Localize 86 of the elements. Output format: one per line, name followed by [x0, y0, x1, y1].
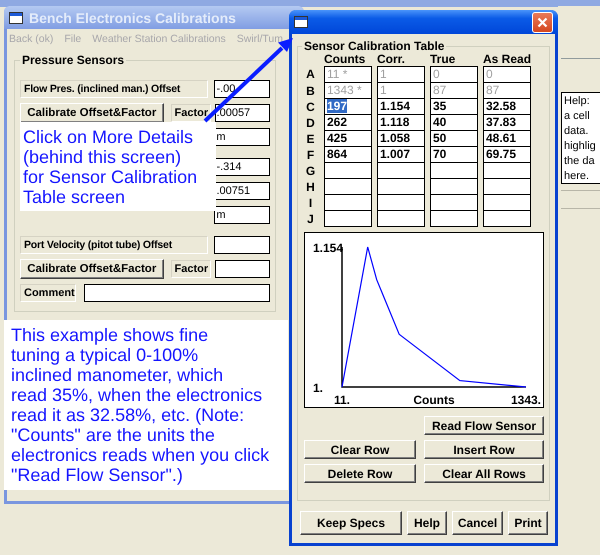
tick-label: 1.154: [313, 241, 344, 255]
row-label: B: [305, 83, 316, 99]
table-cell[interactable]: 262: [324, 115, 372, 131]
table-cell[interactable]: 1.118: [377, 115, 425, 131]
column-header: Corr.: [377, 53, 406, 66]
table-cell[interactable]: [483, 195, 531, 211]
column-header: Counts: [324, 53, 366, 66]
group-title: Pressure Sensors: [21, 53, 126, 67]
close-button[interactable]: [532, 12, 553, 32]
table-cell[interactable]: 32.58: [483, 99, 531, 115]
row-label: G: [304, 163, 316, 179]
table-cell[interactable]: [324, 211, 372, 227]
table-cell[interactable]: 864: [324, 147, 372, 163]
table-cell[interactable]: [483, 163, 531, 179]
table-cell[interactable]: 425: [324, 131, 372, 147]
delete-row-button[interactable]: Delete Row: [304, 464, 416, 483]
help-button[interactable]: Help: [407, 511, 447, 535]
table-cell[interactable]: [430, 195, 478, 211]
clear-row-button[interactable]: Clear Row: [304, 440, 416, 459]
input-field[interactable]: -.314: [214, 158, 270, 176]
group-title: Sensor Calibration Table: [303, 39, 446, 53]
help-text: Help: a cell data. highlig the da here.: [561, 92, 600, 184]
table-cell[interactable]: 50: [430, 131, 478, 147]
table-cell[interactable]: 48.61: [483, 131, 531, 147]
column-header: As Read: [483, 53, 531, 66]
calibrate-button[interactable]: Calibrate Offset&Factor: [20, 103, 164, 123]
field-label: Factor: [170, 104, 211, 122]
row-label: H: [305, 179, 316, 195]
table-cell[interactable]: 1.007: [377, 147, 425, 163]
table-cell[interactable]: [430, 163, 478, 179]
window-icon: [294, 16, 308, 28]
calibrate-button[interactable]: Calibrate Offset&Factor: [20, 259, 164, 279]
table-cell[interactable]: 40: [430, 115, 478, 131]
table-cell[interactable]: [377, 195, 425, 211]
table-cell[interactable]: 197: [324, 99, 372, 115]
clear-all-button[interactable]: Clear All Rows: [424, 464, 544, 483]
row-label: E: [305, 131, 316, 147]
row-label: C: [305, 99, 316, 115]
table-cell[interactable]: 69.75: [483, 147, 531, 163]
axis-title: Counts: [413, 393, 455, 407]
tick-label: 1.: [313, 381, 324, 395]
field-label: Comment: [20, 284, 76, 302]
cancel-button[interactable]: Cancel: [452, 511, 503, 535]
table-cell[interactable]: [377, 211, 425, 227]
column-header: True: [430, 53, 456, 66]
row-label: F: [306, 147, 316, 163]
input-field[interactable]: [84, 284, 270, 302]
tick-label: 1343.: [510, 393, 542, 407]
field-label: Factor: [170, 260, 211, 278]
input-field[interactable]: m: [214, 128, 270, 146]
read-sensor-button[interactable]: Read Flow Sensor: [424, 416, 544, 435]
row-label: I: [308, 195, 314, 211]
insert-row-button[interactable]: Insert Row: [424, 440, 544, 459]
close-icon: [537, 16, 548, 28]
keep-specs-button[interactable]: Keep Specs: [300, 511, 402, 535]
input-field[interactable]: .00057: [214, 104, 270, 122]
input-field[interactable]: [214, 260, 270, 278]
row-label: J: [306, 211, 315, 227]
callout-text: Click on More Details (behind this screen) for Sensor Calibration Table screen: [20, 122, 216, 211]
window-icon: [9, 12, 23, 24]
tick-label: 11.: [334, 393, 350, 407]
field-label: Flow Pres. (inclined man.) Offset: [20, 80, 208, 98]
row-label: D: [305, 115, 316, 131]
input-field[interactable]: m: [214, 206, 270, 224]
table-cell[interactable]: [430, 211, 478, 227]
table-cell[interactable]: [430, 179, 478, 195]
input-field[interactable]: [214, 236, 270, 254]
table-cell[interactable]: [377, 163, 425, 179]
table-cell[interactable]: [483, 211, 531, 227]
table-cell[interactable]: 35: [430, 99, 478, 115]
row-label: A: [305, 66, 316, 83]
table-cell[interactable]: 70: [430, 147, 478, 163]
table-cell[interactable]: 1.154: [377, 99, 425, 115]
window-title: Bench Electronics Calibrations: [29, 10, 236, 26]
callout-text: This example shows fine tuning a typical 0-100% inclined manometer, which read 35%, when the electronics read it as 32.58%, etc. (Note: "Counts" are the units the electronics reads when you click "Read Flow Sensor".): [4, 320, 288, 490]
table-cell[interactable]: [377, 179, 425, 195]
input-field[interactable]: .00751: [214, 182, 270, 200]
input-field[interactable]: -.00: [214, 80, 270, 98]
table-cell[interactable]: 37.83: [483, 115, 531, 131]
table-cell[interactable]: [324, 179, 372, 195]
field-label: Port Velocity (pitot tube) Offset: [20, 236, 208, 254]
table-cell[interactable]: 1.058: [377, 131, 425, 147]
table-cell[interactable]: [324, 163, 372, 179]
table-cell[interactable]: [324, 195, 372, 211]
table-cell[interactable]: [483, 179, 531, 195]
print-button[interactable]: Print: [508, 511, 548, 535]
